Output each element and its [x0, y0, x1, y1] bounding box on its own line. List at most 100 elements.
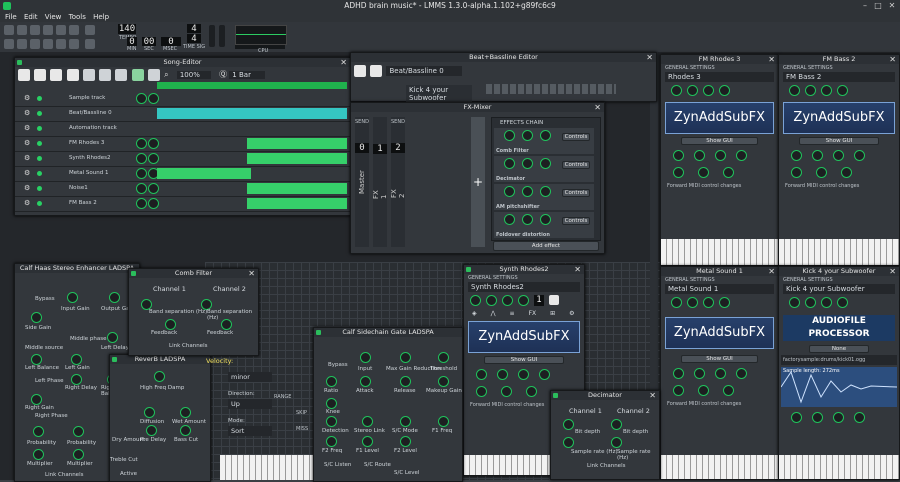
track-led[interactable]: [37, 156, 42, 161]
fx-channel-display[interactable]: 1: [534, 295, 544, 306]
vol-knob[interactable]: [789, 297, 800, 308]
add-bb-track-icon[interactable]: [82, 69, 95, 81]
gear-icon[interactable]: ⚙: [24, 94, 30, 102]
sample-rate-knob-2[interactable]: [611, 437, 622, 448]
chord-select[interactable]: minor: [228, 372, 272, 382]
forward-midi-checkbox[interactable]: Forward MIDI control changes: [779, 181, 899, 191]
res-cf-knob[interactable]: [698, 167, 709, 178]
fm-gain-knob[interactable]: [476, 386, 487, 397]
track-vol-knob[interactable]: [136, 183, 147, 194]
f2-level-knob[interactable]: [400, 436, 411, 447]
end-knob[interactable]: [833, 412, 844, 423]
show-gui-button[interactable]: Show GUI: [681, 355, 758, 363]
sc-listen-toggle[interactable]: S/C Listen: [324, 462, 351, 468]
controls-button[interactable]: Controls: [562, 161, 590, 169]
piano-keyboard[interactable]: [779, 239, 899, 265]
left-delay-knob[interactable]: [107, 332, 118, 343]
detection-knob[interactable]: [326, 416, 337, 427]
tempo-display[interactable]: 140: [118, 24, 136, 34]
piano-keyboard[interactable]: [661, 239, 778, 265]
track-led[interactable]: [37, 186, 42, 191]
automation-editor-icon[interactable]: [43, 39, 53, 49]
port-knob[interactable]: [476, 369, 487, 380]
bit-depth-knob-2[interactable]: [611, 419, 622, 430]
stop-icon[interactable]: [66, 69, 79, 81]
link-channels-toggle[interactable]: Link Channels: [45, 472, 83, 478]
effect-slot[interactable]: Controls Decimator: [494, 156, 594, 182]
track-vol-knob[interactable]: [136, 153, 147, 164]
arp-piano-keyboard[interactable]: [220, 455, 315, 480]
record-icon[interactable]: [34, 69, 47, 81]
piano-keyboard[interactable]: [779, 455, 899, 479]
right-gain-knob[interactable]: [31, 394, 42, 405]
pattern-clip[interactable]: [247, 153, 347, 164]
loop-knob[interactable]: [854, 412, 865, 423]
play-icon[interactable]: [18, 69, 30, 81]
port-knob[interactable]: [673, 150, 684, 161]
res-bw-knob[interactable]: [723, 385, 734, 396]
sc-route-toggle[interactable]: S/C Route: [364, 462, 391, 468]
menu-edit[interactable]: Edit: [24, 12, 38, 22]
track-pan-knob[interactable]: [148, 153, 159, 164]
res-cf-knob[interactable]: [816, 167, 827, 178]
wd-knob[interactable]: [504, 214, 515, 225]
vol-knob[interactable]: [671, 85, 682, 96]
side-gain-knob[interactable]: [31, 312, 42, 323]
track-pan-knob[interactable]: [148, 138, 159, 149]
track-led[interactable]: [37, 201, 42, 206]
track-led[interactable]: [37, 171, 42, 176]
vol-knob[interactable]: [671, 297, 682, 308]
pattern-clip[interactable]: [247, 198, 347, 209]
close-icon[interactable]: ✕: [887, 1, 897, 11]
attack-knob[interactable]: [360, 376, 371, 387]
decay-knob[interactable]: [522, 214, 533, 225]
open-project-icon[interactable]: [30, 25, 40, 35]
forward-midi-checkbox[interactable]: Forward MIDI control changes: [661, 399, 778, 409]
song-editor-close-icon[interactable]: ✕: [340, 58, 347, 67]
release-knob[interactable]: [400, 376, 411, 387]
res-knob[interactable]: [715, 368, 726, 379]
range-knob[interactable]: [837, 297, 848, 308]
res-bw-knob[interactable]: [723, 167, 734, 178]
gear-icon[interactable]: ⚙: [24, 199, 30, 207]
menu-file[interactable]: File: [5, 12, 17, 22]
bb-track-name[interactable]: Kick 4 your Subwoofer: [406, 85, 472, 103]
mode-select[interactable]: Sort: [228, 426, 272, 436]
sample-rate-knob-1[interactable]: [563, 437, 574, 448]
bw-knob[interactable]: [736, 150, 747, 161]
save-icon[interactable]: [56, 25, 66, 35]
multiplier-knob[interactable]: [33, 449, 44, 460]
track-name[interactable]: FM Bass 2: [69, 200, 97, 206]
bb-pattern[interactable]: [157, 108, 347, 119]
instrument-name-field[interactable]: FM Bass 2: [783, 72, 895, 82]
add-automation-track-icon[interactable]: [115, 69, 128, 81]
active-toggle[interactable]: Active: [120, 471, 137, 477]
direction-select[interactable]: Up: [228, 399, 272, 409]
range-knob[interactable]: [518, 295, 529, 306]
timesig-top-display[interactable]: 4: [187, 24, 201, 34]
stereo-link-knob[interactable]: [362, 416, 373, 427]
pitch-knob[interactable]: [821, 297, 832, 308]
track-led[interactable]: [37, 126, 42, 131]
save-as-icon[interactable]: [69, 25, 79, 35]
gear-icon[interactable]: ⚙: [24, 109, 30, 117]
pattern-clip[interactable]: [157, 168, 251, 179]
amp-knob[interactable]: [791, 412, 802, 423]
track-name[interactable]: Noise1: [69, 185, 88, 191]
makeup-gain-knob[interactable]: [438, 376, 449, 387]
freq-knob[interactable]: [497, 369, 508, 380]
probability-knob-2[interactable]: [73, 426, 84, 437]
track-name[interactable]: FM Rhodes 3: [69, 140, 104, 146]
right-delay-knob[interactable]: [71, 374, 82, 385]
add-effect-button[interactable]: Add effect: [493, 241, 599, 251]
gate-knob[interactable]: [540, 186, 551, 197]
sc-mode-knob[interactable]: [400, 416, 411, 427]
minimize-icon[interactable]: –: [860, 1, 870, 11]
waveform-display[interactable]: Sample length: 272ms: [781, 367, 897, 407]
input-knob[interactable]: [360, 352, 371, 363]
bypass-toggle[interactable]: Bypass: [328, 362, 348, 368]
comb-filter-close-icon[interactable]: ✕: [248, 269, 255, 278]
interpolation-select[interactable]: None: [809, 345, 869, 353]
decay-knob[interactable]: [522, 130, 533, 141]
port-knob[interactable]: [673, 368, 684, 379]
